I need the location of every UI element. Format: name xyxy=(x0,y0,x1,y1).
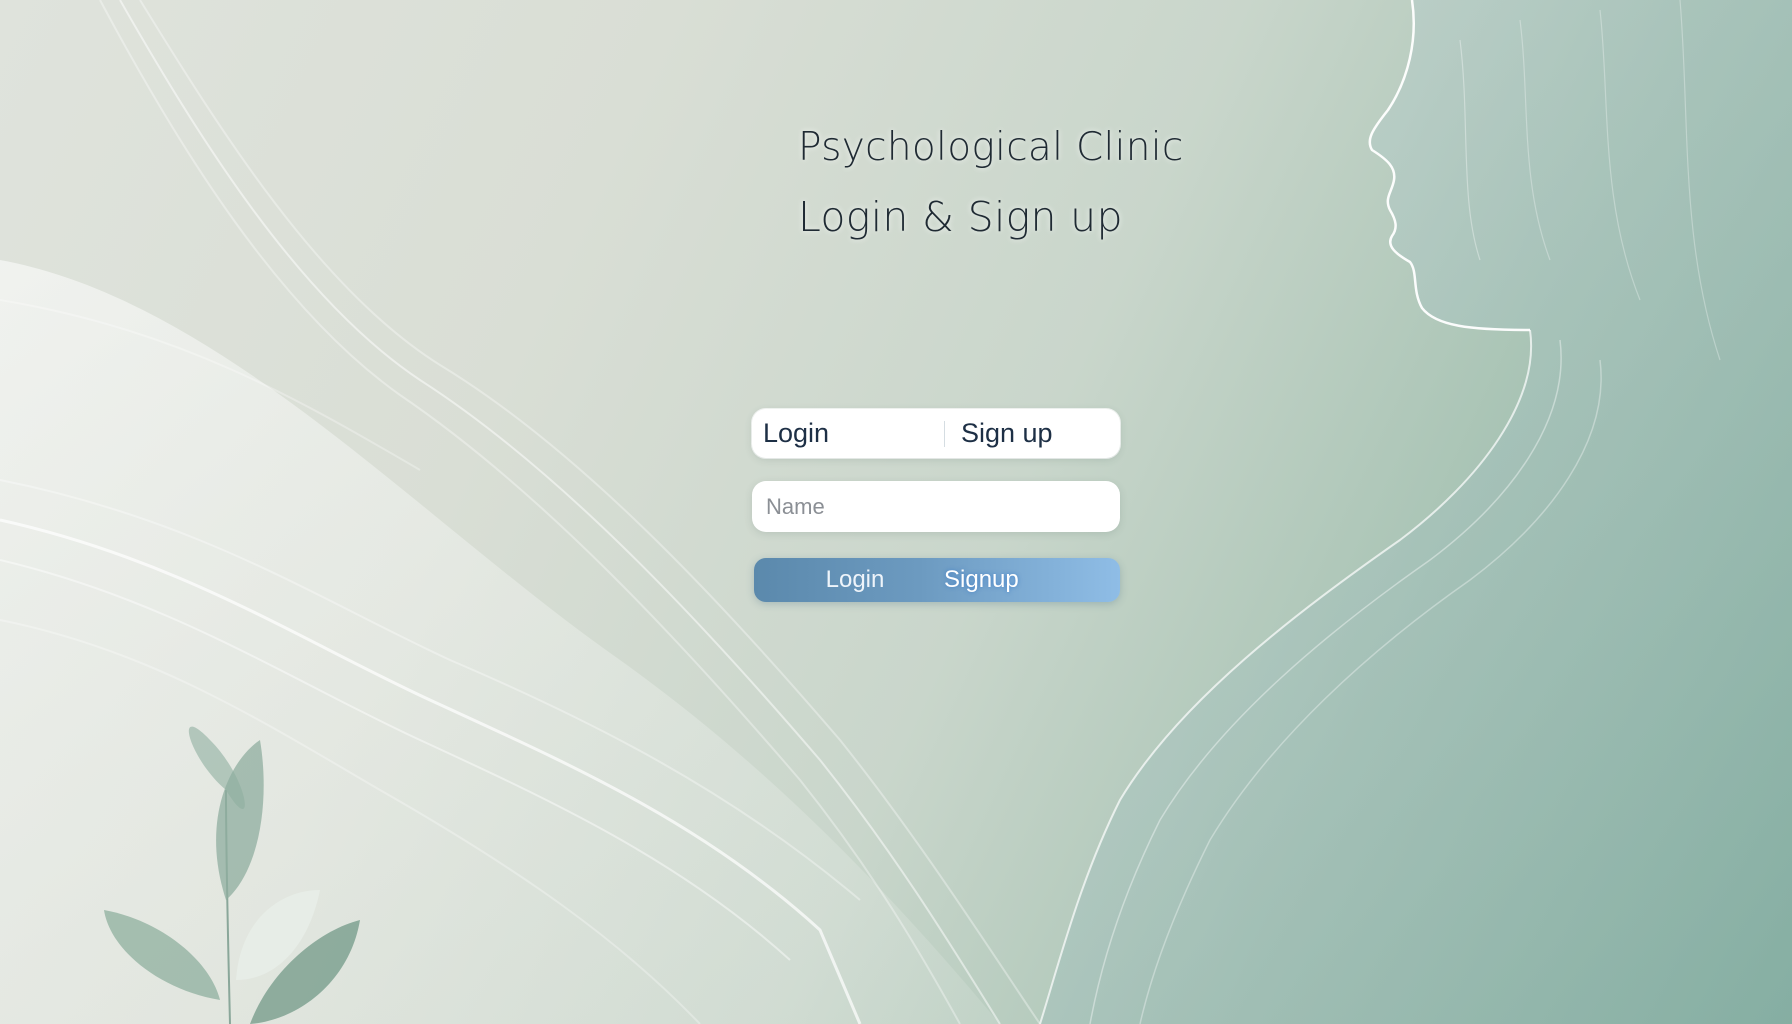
login-button[interactable]: Login xyxy=(754,558,944,602)
page-subtitle: Login & Sign up xyxy=(798,193,1123,241)
tab-signup[interactable]: Sign up xyxy=(945,409,1053,458)
tab-login[interactable]: Login xyxy=(752,409,944,458)
signup-button[interactable]: Signup xyxy=(944,558,1019,602)
header: Psychological Clinic Login & Sign up xyxy=(798,122,1184,243)
action-buttons: Login Signup xyxy=(754,558,1120,602)
auth-tabs: Login Sign up xyxy=(752,409,1120,458)
page-title: Psychological Clinic xyxy=(798,125,1184,170)
login-page: Psychological Clinic Login & Sign up Log… xyxy=(0,0,1792,1024)
name-field-container xyxy=(752,481,1120,532)
name-input[interactable] xyxy=(752,493,1120,520)
